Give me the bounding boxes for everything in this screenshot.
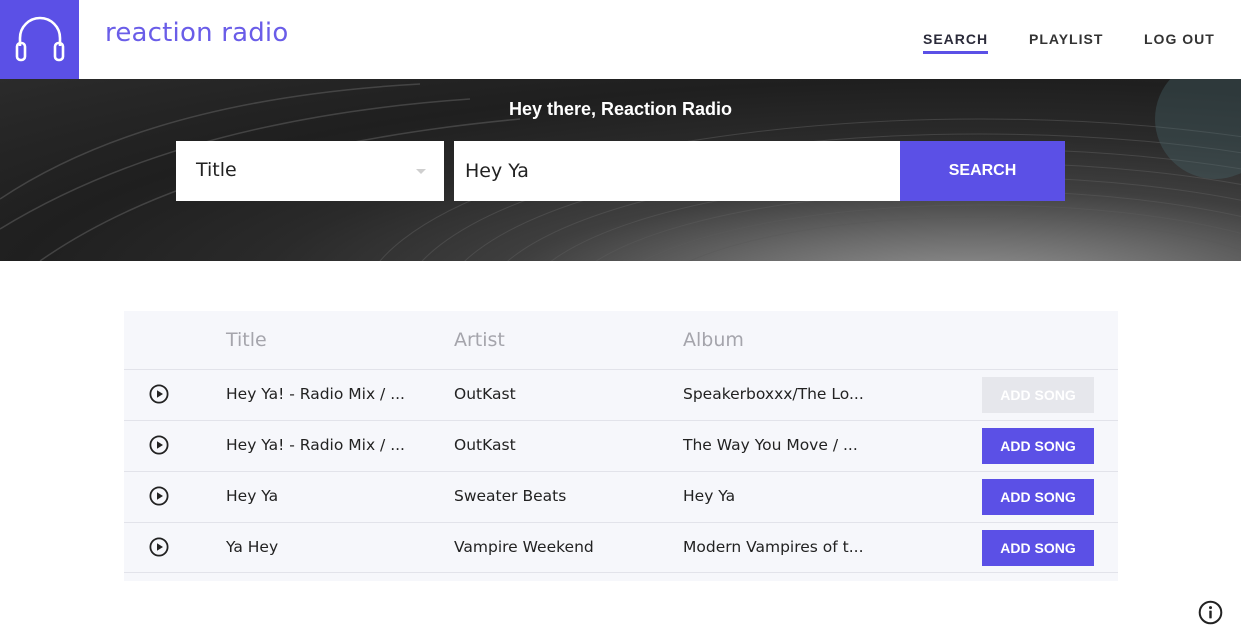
search-type-select[interactable]: Title (176, 141, 444, 201)
song-artist: OutKast (454, 385, 516, 403)
table-row: Hey Ya Sweater Beats Hey Ya ADD SONG (124, 471, 1118, 522)
song-title: Hey Ya (226, 487, 279, 505)
song-artist: Vampire Weekend (454, 538, 594, 556)
column-header-album: Album (683, 329, 744, 351)
song-album: Speakerboxxx/The Lo... (683, 385, 864, 403)
song-title: Ya Hey (226, 538, 279, 556)
table-row: Ya Hey Vampire Weekend Modern Vampires o… (124, 522, 1118, 573)
search-button[interactable]: SEARCH (900, 141, 1065, 201)
greeting-text: Hey there, Reaction Radio (508, 99, 733, 119)
headphones-icon (15, 16, 64, 61)
add-song-button[interactable]: ADD SONG (982, 377, 1094, 413)
play-icon[interactable] (149, 486, 169, 506)
table-row: Hey Ya! - Radio Mix / ... OutKast The Wa… (124, 420, 1118, 471)
song-title: Hey Ya! - Radio Mix / ... (226, 436, 405, 454)
results-table: Title Artist Album Hey Ya! - Radio Mix /… (124, 311, 1118, 581)
nav-search[interactable]: SEARCH (923, 31, 989, 54)
add-song-button[interactable]: ADD SONG (982, 428, 1094, 464)
play-icon[interactable] (149, 435, 169, 455)
song-artist: OutKast (454, 436, 516, 454)
song-album: Hey Ya (683, 487, 736, 505)
add-song-button[interactable]: ADD SONG (982, 479, 1094, 515)
chevron-down-icon (416, 169, 426, 174)
song-title: Hey Ya! - Radio Mix / ... (226, 385, 405, 403)
search-type-value: Title (196, 159, 237, 181)
add-song-button[interactable]: ADD SONG (982, 530, 1094, 566)
song-album: Modern Vampires of t... (683, 538, 864, 556)
play-icon[interactable] (149, 537, 169, 557)
nav-playlist[interactable]: PLAYLIST (1029, 31, 1103, 47)
table-row: Hey Ya! - Radio Mix / ... OutKast Speake… (124, 369, 1118, 420)
song-album: The Way You Move / ... (683, 436, 858, 454)
column-header-title: Title (226, 329, 267, 351)
brand-name: reaction radio (105, 18, 289, 48)
info-icon[interactable] (1198, 600, 1223, 625)
search-input[interactable] (454, 141, 900, 201)
play-icon[interactable] (149, 384, 169, 404)
logo[interactable] (0, 0, 79, 79)
nav-log-out[interactable]: LOG OUT (1144, 31, 1215, 47)
hero-banner: Hey there, Reaction Radio Title SEARCH (0, 79, 1241, 261)
column-header-artist: Artist (454, 329, 505, 351)
top-bar: reaction radio SEARCH PLAYLIST LOG OUT (0, 0, 1241, 79)
song-artist: Sweater Beats (454, 487, 567, 505)
